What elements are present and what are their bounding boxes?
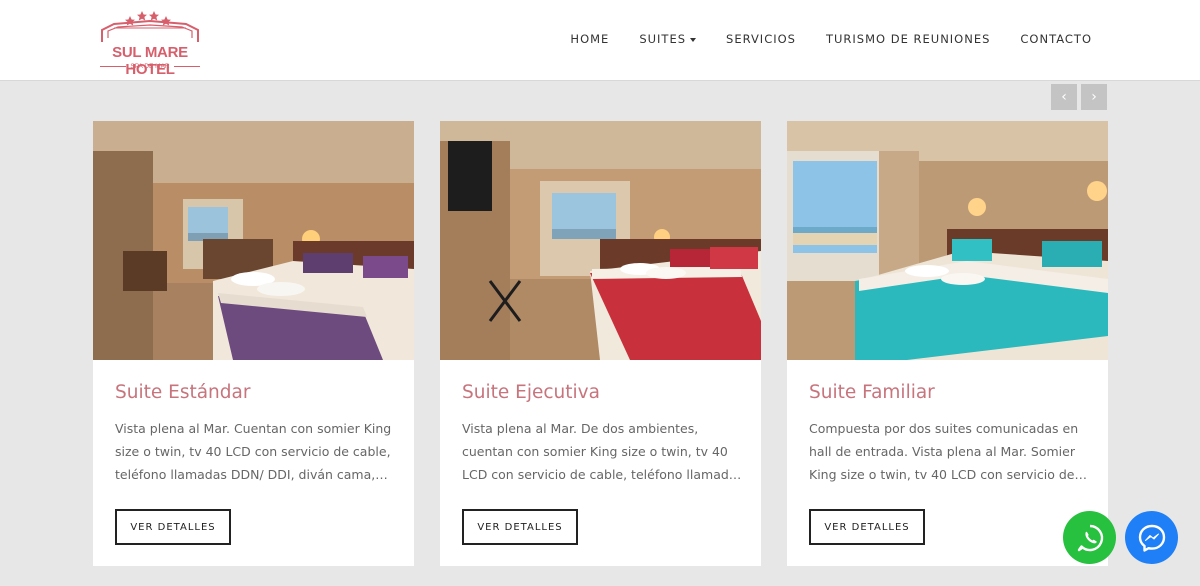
- suite-card-estandar: Suite Estándar Vista plena al Mar. Cuent…: [93, 121, 414, 566]
- suite-room-image: [787, 121, 1108, 360]
- logo-crown-icon: [101, 11, 199, 42]
- suite-description: Vista plena al Mar. Cuentan con somier K…: [115, 421, 392, 482]
- nav-turismo-de-reuniones[interactable]: TURISMO DE REUNIONES: [826, 32, 990, 46]
- carousel-next-button[interactable]: ›: [1081, 84, 1107, 110]
- suite-title[interactable]: Suite Familiar: [809, 382, 935, 403]
- suite-title[interactable]: Suite Estándar: [115, 382, 250, 403]
- logo-title: SUL MARE HOTEL: [112, 44, 188, 78]
- carousel-prev-button[interactable]: ‹: [1051, 84, 1077, 110]
- site-header: SUL MARE HOTEL SPA DE MAR HOME SUITES SE…: [0, 0, 1200, 81]
- carousel-controls: ‹ ›: [1051, 84, 1107, 110]
- main-nav: HOME SUITES SERVICIOS TURISMO DE REUNION…: [570, 32, 1092, 46]
- ver-detalles-button[interactable]: VER DETALLES: [809, 509, 925, 545]
- hotel-logo[interactable]: SUL MARE HOTEL SPA DE MAR: [92, 8, 208, 78]
- nav-servicios[interactable]: SERVICIOS: [726, 32, 796, 46]
- suite-photo[interactable]: [440, 121, 761, 360]
- suite-room-image: [440, 121, 761, 360]
- whatsapp-icon: [1077, 524, 1103, 551]
- suite-photo[interactable]: [93, 121, 414, 360]
- nav-suites[interactable]: SUITES: [639, 32, 697, 46]
- messenger-button[interactable]: [1125, 511, 1178, 564]
- ver-detalles-button[interactable]: VER DETALLES: [115, 509, 231, 545]
- suite-title[interactable]: Suite Ejecutiva: [462, 382, 600, 403]
- messenger-icon: [1138, 524, 1165, 552]
- suite-description: Vista plena al Mar. De dos ambientes, cu…: [462, 421, 743, 482]
- suite-photo[interactable]: [787, 121, 1108, 360]
- suite-card-familiar: Suite Familiar Compuesta por dos suites …: [787, 121, 1108, 566]
- logo-tagline: SPA DE MAR: [92, 63, 208, 70]
- nav-home[interactable]: HOME: [570, 32, 609, 46]
- suite-card-ejecutiva: Suite Ejecutiva Vista plena al Mar. De d…: [440, 121, 761, 566]
- caret-down-icon: [690, 37, 697, 42]
- suite-room-image: [93, 121, 414, 360]
- ver-detalles-button[interactable]: VER DETALLES: [462, 509, 578, 545]
- nav-suites-label: SUITES: [639, 32, 687, 46]
- whatsapp-button[interactable]: [1063, 511, 1116, 564]
- nav-contacto[interactable]: CONTACTO: [1020, 32, 1092, 46]
- suite-description: Compuesta por dos suites comunicadas en …: [809, 421, 1079, 482]
